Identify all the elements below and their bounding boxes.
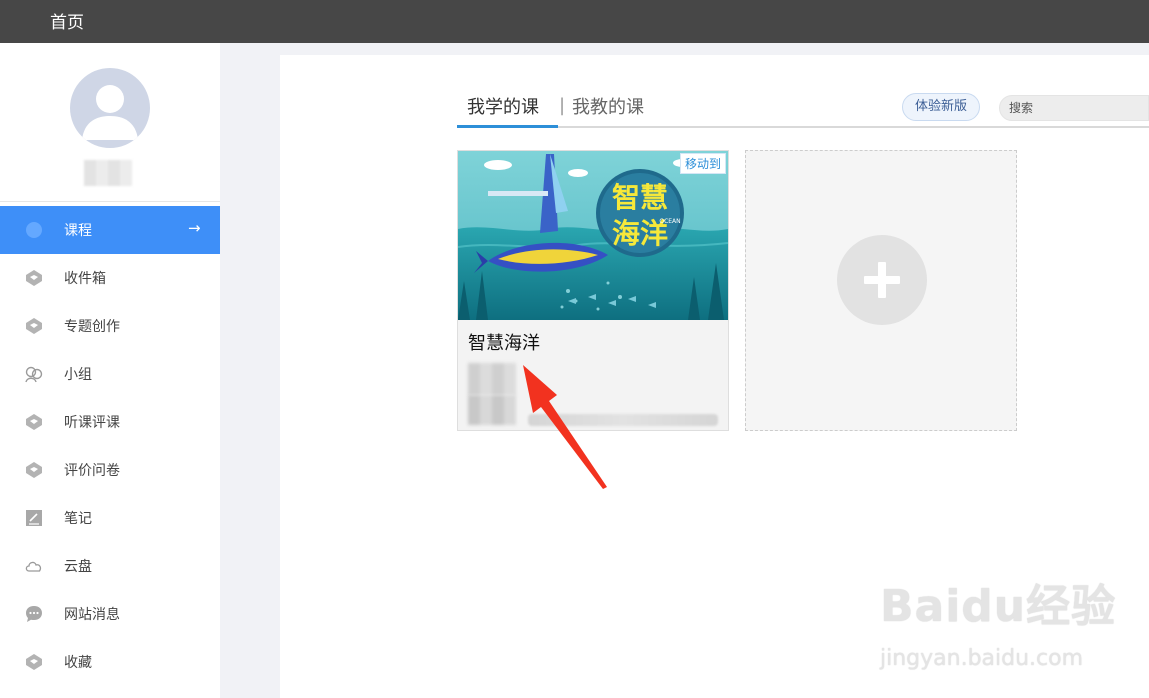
sidebar-item-label: 课程 (64, 223, 92, 239)
tab-my-teaching[interactable]: 我教的课 (572, 93, 644, 119)
note-icon (26, 510, 42, 526)
tab-separator: | (559, 95, 566, 116)
sidebar-item-note[interactable]: 笔记 (0, 494, 220, 542)
tab-underline (457, 126, 1149, 128)
sidebar-item-survey[interactable]: 评价问卷 (0, 446, 220, 494)
tab-my-learning[interactable]: 我学的课 (467, 93, 539, 119)
sidebar-item-label: 小组 (64, 367, 92, 383)
cover-title-text-top: 智慧 (612, 181, 668, 214)
sidebar-item-favorite[interactable]: 收藏 (0, 638, 220, 686)
course-icon (26, 222, 42, 238)
move-to-button[interactable]: 移动到 (679, 153, 726, 174)
course-cover-image[interactable]: 智慧 海洋 OCEAN 移动到 (458, 151, 728, 320)
sidebar-item-group[interactable]: 小组 (0, 350, 220, 398)
add-course-card[interactable] (745, 150, 1017, 431)
ocean-cover-illustration: 智慧 海洋 OCEAN (458, 151, 728, 320)
top-bar: 首页 (0, 0, 1149, 43)
sidebar-item-label: 评价问卷 (64, 463, 120, 479)
sidebar-item-topic[interactable]: 专题创作 (0, 302, 220, 350)
tab-active-indicator (457, 125, 558, 128)
survey-icon (26, 462, 42, 478)
favorite-icon (26, 654, 42, 670)
user-name-blurred (84, 160, 132, 186)
sidebar-item-label: 笔记 (64, 511, 92, 527)
sidebar-item-label: 收藏 (64, 655, 92, 671)
sidebar: 课程 → 收件箱 专题创作 小组 听课评课 评价问卷 笔记 云盘 网站消息 收藏 (0, 43, 220, 698)
sidebar-divider (0, 201, 220, 202)
sidebar-item-label: 听课评课 (64, 415, 120, 431)
sidebar-item-message[interactable]: 网站消息 (0, 590, 220, 638)
cloud-icon (25, 561, 42, 572)
sidebar-item-cloud[interactable]: 云盘 (0, 542, 220, 590)
home-link[interactable]: 首页 (50, 8, 84, 33)
sidebar-menu: 课程 → 收件箱 专题创作 小组 听课评课 评价问卷 笔记 云盘 网站消息 收藏 (0, 206, 220, 686)
try-new-version-button[interactable]: 体验新版 (902, 93, 980, 121)
group-icon (25, 366, 43, 383)
watermark-url: jingyan.baidu.com (880, 646, 1084, 671)
course-title[interactable]: 智慧海洋 (468, 329, 540, 355)
sidebar-item-inbox[interactable]: 收件箱 (0, 254, 220, 302)
sidebar-item-lecture[interactable]: 听课评课 (0, 398, 220, 446)
arrow-right-icon: → (188, 219, 201, 237)
topic-icon (26, 318, 42, 334)
red-arrow-annotation (523, 365, 607, 489)
add-plus-icon[interactable] (837, 235, 927, 325)
cover-subtitle-text: OCEAN (659, 218, 680, 225)
search-box (999, 95, 1149, 121)
sidebar-item-course[interactable]: 课程 → (0, 206, 220, 254)
sidebar-item-label: 云盘 (64, 559, 92, 575)
watermark-brand: Baidu经验 (880, 581, 1117, 632)
sidebar-item-label: 专题创作 (64, 319, 120, 335)
baidu-watermark: Baidu经验 jingyan.baidu.com (880, 570, 1130, 675)
search-input[interactable] (1000, 96, 1148, 120)
message-icon (26, 606, 42, 622)
lecture-icon (26, 414, 42, 430)
sidebar-item-label: 网站消息 (64, 607, 120, 623)
avatar[interactable] (70, 68, 150, 148)
user-silhouette-icon (82, 85, 138, 140)
content-gutter (220, 43, 280, 698)
sidebar-item-label: 收件箱 (64, 271, 106, 287)
inbox-icon (26, 270, 42, 286)
